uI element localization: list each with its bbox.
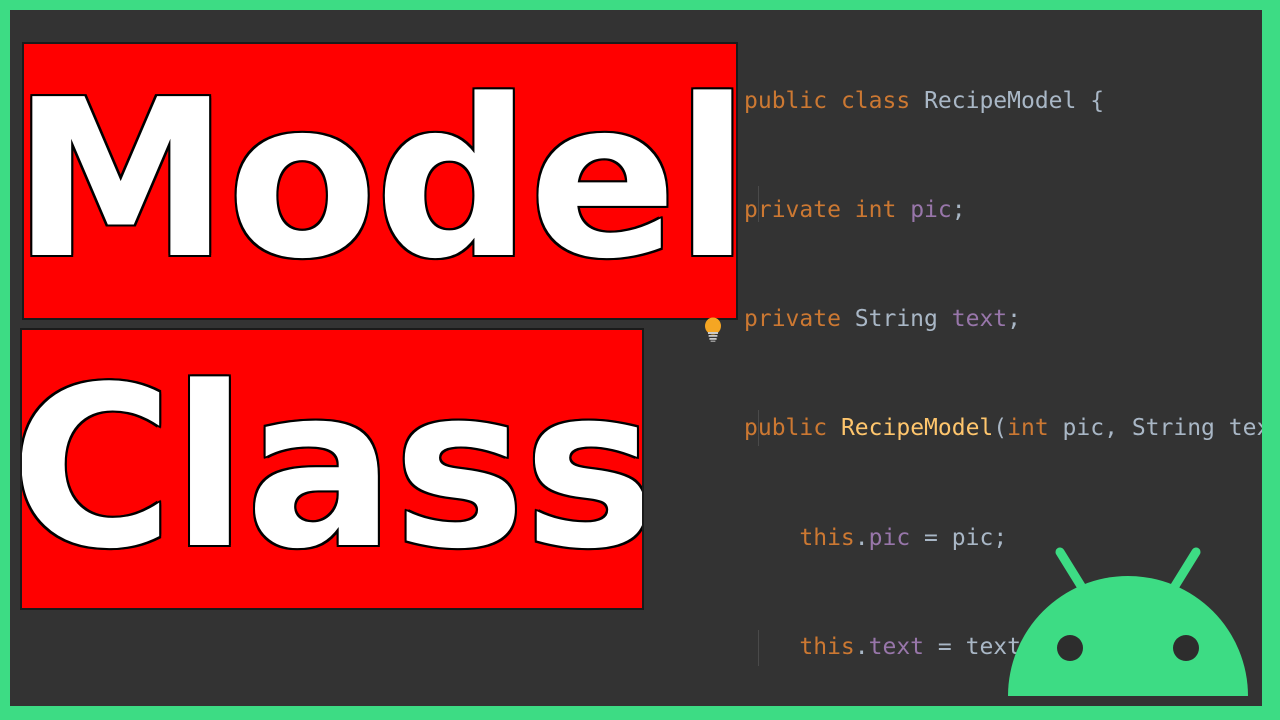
code-editor-surface: private String text; public class Recipe… — [10, 10, 1262, 706]
lightbulb-icon[interactable] — [702, 316, 724, 342]
title-card-model-label: Model — [22, 54, 738, 307]
title-card-model: Model — [22, 42, 738, 320]
title-card-class: Class — [20, 328, 644, 610]
code-line-constructor: public RecipeModel(int pic, String text) — [744, 415, 1262, 442]
code-line-class-decl: public class RecipeModel { — [744, 87, 1105, 114]
title-card-class-label: Class — [20, 340, 644, 598]
code-line-field-text: private String text; — [744, 306, 1021, 333]
android-robot-logo — [1008, 547, 1248, 696]
code-line-field-pic: private int pic; — [744, 197, 966, 224]
indent-guide — [758, 186, 759, 222]
zoomed-code-bottom-left: public class RecipeModel private int pic… — [10, 602, 734, 706]
video-thumbnail-frame: private String text; public class Recipe… — [0, 0, 1280, 720]
indent-guide — [758, 410, 759, 446]
indent-guide — [758, 630, 759, 666]
